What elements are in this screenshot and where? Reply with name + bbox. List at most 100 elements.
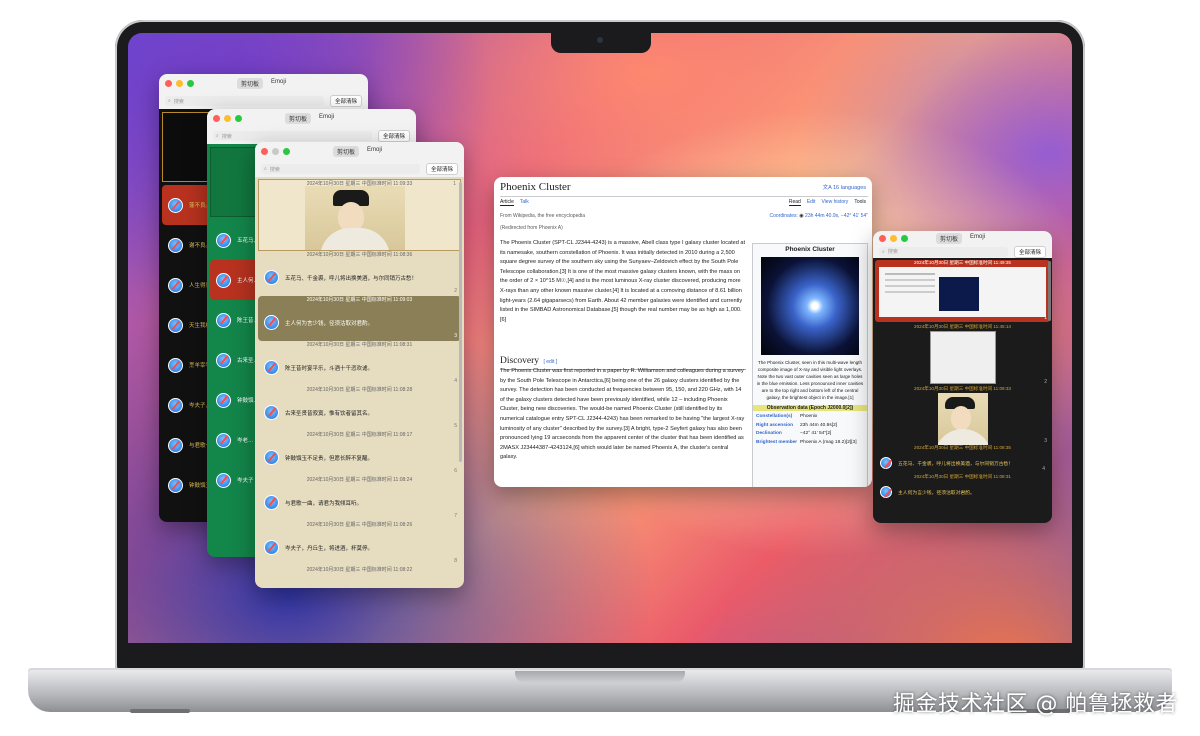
search-placeholder: 搜索 <box>887 249 898 255</box>
item-number: 1 <box>1044 315 1047 321</box>
clear-all-button[interactable]: 全部清除 <box>425 163 458 175</box>
clip-item[interactable]: 钟鼓馔玉不足贵，但愿长醉不复醒。 6 <box>258 439 461 476</box>
clip-item[interactable]: 3 <box>875 393 1050 445</box>
infobox-key: Brightest member <box>756 439 798 445</box>
clip-item[interactable]: 2 <box>875 331 1050 386</box>
scrollbar[interactable] <box>1048 261 1051 321</box>
item-number: 6 <box>454 468 457 474</box>
search-icon: ⌕ <box>168 98 171 104</box>
zoom-icon[interactable] <box>901 235 908 242</box>
image-clip[interactable]: 2024年10月30日 星期三 中国标准时间 11:09:33 1 <box>258 179 461 251</box>
close-icon[interactable] <box>261 148 268 155</box>
clear-all-button[interactable]: 全部清除 <box>377 130 410 142</box>
clip-item[interactable]: 古来圣贤皆寂寞，惟有饮者留其名。 5 <box>258 394 461 431</box>
portrait-image <box>305 186 405 250</box>
title-bar: 剪切板 Emoji <box>255 142 464 161</box>
discovery-paragraph: The Phoenix Cluster was first reported i… <box>500 368 745 461</box>
clear-all-button[interactable]: 全部清除 <box>1013 245 1046 258</box>
search-placeholder: 搜索 <box>269 166 280 173</box>
clip-text: 与君歌一曲，请君为我倾耳听。 <box>285 500 363 507</box>
tab-talk[interactable]: Talk <box>520 199 529 206</box>
minimize-icon[interactable] <box>176 80 183 87</box>
safari-icon <box>168 397 183 413</box>
timestamp: 2024年10月30日 星期三 中国标准时间 11:08:36 <box>306 252 413 258</box>
laptop-foot <box>130 709 190 713</box>
wikipedia-window[interactable]: Phoenix Cluster 文A 16 languages Article … <box>494 177 872 487</box>
safari-icon <box>264 495 279 510</box>
minimize-icon[interactable] <box>224 115 231 122</box>
clip-item[interactable]: 与君歌一曲，请君为我倾耳听。 7 <box>258 484 461 521</box>
clip-item-selected[interactable]: 2024年10月30日 星期三 中国标准时间 11:49:35 1 <box>875 260 1050 322</box>
coordinates-label[interactable]: Coordinates: <box>770 213 798 219</box>
close-icon[interactable] <box>879 235 886 242</box>
clip-item[interactable]: 主人何为言少钱，径须沽取对君酌。 3 <box>258 304 461 341</box>
tab-article[interactable]: Article <box>500 199 514 206</box>
tab-clipboard[interactable]: 剪切板 <box>935 232 962 244</box>
item-number: 1 <box>453 181 456 187</box>
tab-emoji[interactable]: Emoji <box>363 146 386 157</box>
safari-icon <box>216 272 231 288</box>
safari-icon <box>168 277 183 293</box>
scrollbar[interactable] <box>459 182 462 462</box>
tab-clipboard[interactable]: 剪切板 <box>332 146 359 157</box>
timestamp: 2024年10月30日 星期三 中国标准时间 11:08:26 <box>306 522 413 528</box>
timestamp: 2024年10月30日 星期三 中国标准时间 11:08:28 <box>306 387 413 393</box>
safari-icon <box>168 437 183 453</box>
close-icon[interactable] <box>213 115 220 122</box>
languages-link[interactable]: 文A 16 languages <box>823 183 866 191</box>
clip-text: 古来圣贤皆寂寞，惟有饮者留其名。 <box>285 410 374 417</box>
camera-notch <box>551 33 651 53</box>
minimize-icon[interactable] <box>890 235 897 242</box>
search-input[interactable]: ⌕ 搜索 <box>213 131 372 141</box>
clip-text: 主人何为言少钱，径须沽取对君酌。 <box>285 320 374 327</box>
infobox-row: Declination −42° 41′ 54″[2] <box>753 430 867 439</box>
title-bar: 剪切板 Emoji <box>207 109 416 128</box>
search-placeholder: 搜索 <box>221 133 232 140</box>
search-input[interactable]: ⌕ 搜索 <box>165 96 324 106</box>
edit-section-link[interactable]: [ edit ] <box>544 359 558 365</box>
clip-item[interactable]: 五花马、千金裘，呼儿将出换美酒，与尔同销万古愁！ 2 <box>258 259 461 296</box>
tab-emoji[interactable]: Emoji <box>315 113 338 124</box>
tab-clipboard[interactable]: 剪切板 <box>284 113 311 124</box>
minimize-icon[interactable] <box>272 148 279 155</box>
safari-icon <box>216 352 231 368</box>
redirect-note: (Redirected from Phoenix A) <box>500 225 563 231</box>
clip-item[interactable]: 岑夫子，丹丘生，将进酒，杯莫停。 8 <box>258 529 461 566</box>
clip-item[interactable]: 主人何为言少钱，径须沽取对君酌。 <box>876 481 1049 503</box>
coordinates: Coordinates: ◉ 23h 44m 40.9s, −42° 41′ 5… <box>770 213 868 219</box>
clip-item[interactable]: 五花马、千金裘，呼儿将出换美酒，与尔同销万古愁！ 4 <box>876 452 1049 474</box>
tab-emoji[interactable]: Emoji <box>267 78 290 89</box>
tab-read[interactable]: Read <box>788 199 801 206</box>
cluster-image[interactable] <box>761 257 859 355</box>
clipboard-window-3[interactable]: 剪切板 Emoji ⌕ 搜索 全部清除 2024年10月30日 星期三 中国标准时… <box>255 142 464 588</box>
coordinates-value[interactable]: 23h 44m 40.9s, −42° 41′ 54″ <box>805 213 868 219</box>
tab-tools[interactable]: Tools <box>854 199 866 206</box>
search-input[interactable]: ⌕ 搜索 <box>879 246 1008 257</box>
clip-text: 主人何为言少钱，径须沽取对君酌。 <box>898 490 975 496</box>
tab-clipboard[interactable]: 剪切板 <box>236 78 263 89</box>
tab-view-history[interactable]: View history <box>821 199 848 206</box>
clear-all-button[interactable]: 全部清除 <box>329 95 362 107</box>
safari-icon <box>216 432 231 448</box>
infobox-value: Phoenix A (mag 18.2)[2][3] <box>800 439 857 445</box>
infobox-row: Right ascension 23h 44m 40.9s[2] <box>753 422 867 431</box>
timestamp: 2024年10月30日 星期三 中国标准时间 11:08:22 <box>306 567 413 573</box>
infobox-key: Constellation(s) <box>756 414 793 419</box>
zoom-icon[interactable] <box>187 80 194 87</box>
camera-icon <box>597 37 603 43</box>
safari-icon <box>216 392 231 408</box>
search-input[interactable]: ⌕ 搜索 <box>261 164 420 174</box>
zoom-icon[interactable] <box>283 148 290 155</box>
timestamp: 2024年10月30日 星期三 中国标准时间 11:08:17 <box>306 432 413 438</box>
search-placeholder: 搜索 <box>173 98 184 105</box>
close-icon[interactable] <box>165 80 172 87</box>
tab-emoji[interactable]: Emoji <box>966 233 989 244</box>
clipboard-window-4[interactable]: 剪切板 Emoji ⌕ 搜索 全部清除 2024年10月30日 星期三 中国标准时… <box>873 231 1052 523</box>
infobox: Phoenix Cluster The Phoenix Cluster, see… <box>752 243 868 487</box>
zoom-icon[interactable] <box>235 115 242 122</box>
tab-edit[interactable]: Edit <box>807 199 816 206</box>
clip-item[interactable]: 陈王昔时宴平乐，斗酒十千恣欢谑。 4 <box>258 349 461 386</box>
safari-icon <box>168 477 183 493</box>
safari-icon <box>880 457 892 469</box>
screenshot-thumbnail <box>879 267 1046 317</box>
